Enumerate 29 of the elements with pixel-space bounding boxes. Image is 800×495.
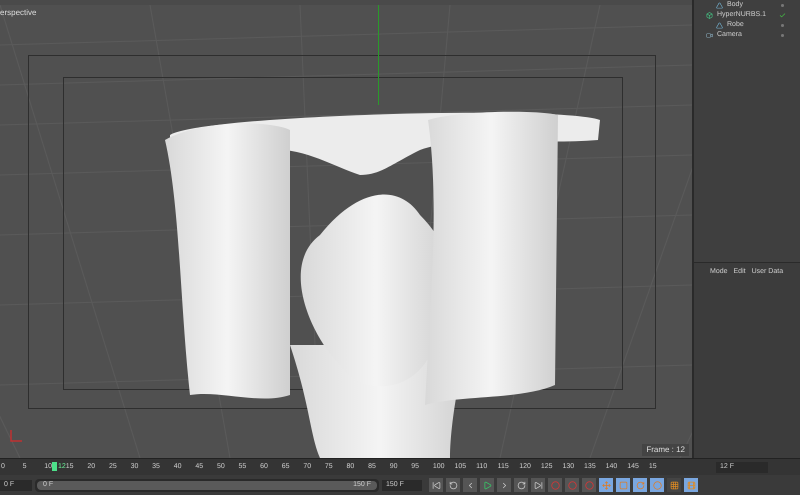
transport-button[interactable] bbox=[514, 478, 528, 492]
axis-gizmo-icon bbox=[8, 428, 24, 444]
grid-icon bbox=[670, 480, 678, 490]
key-button[interactable] bbox=[599, 478, 613, 492]
rotate-left-icon bbox=[448, 480, 458, 490]
grid-button[interactable] bbox=[667, 478, 681, 492]
transport-button[interactable] bbox=[531, 478, 545, 492]
transport-button[interactable] bbox=[446, 478, 460, 492]
circle-icon bbox=[652, 480, 662, 490]
transport-button[interactable] bbox=[480, 478, 494, 492]
transport-button[interactable] bbox=[429, 478, 443, 492]
cube-icon bbox=[706, 12, 713, 18]
play-icon bbox=[482, 480, 492, 490]
object-check[interactable] bbox=[778, 11, 786, 19]
rotate-icon bbox=[636, 480, 644, 490]
move-icon bbox=[602, 480, 610, 490]
camera-label: erspective bbox=[0, 7, 36, 19]
square-icon bbox=[618, 480, 628, 490]
triangle-icon bbox=[716, 22, 723, 28]
camera-icon bbox=[706, 32, 713, 38]
frame-label: Frame : 12 bbox=[642, 444, 689, 456]
film-icon bbox=[686, 480, 696, 490]
rotate-right-icon bbox=[516, 480, 526, 490]
triangle-icon bbox=[716, 2, 723, 8]
checkmark-icon bbox=[778, 12, 786, 18]
skip-forward-icon bbox=[534, 480, 542, 490]
skip-back-icon bbox=[432, 480, 440, 490]
transport-button[interactable] bbox=[497, 478, 511, 492]
transport-button[interactable] bbox=[463, 478, 477, 492]
